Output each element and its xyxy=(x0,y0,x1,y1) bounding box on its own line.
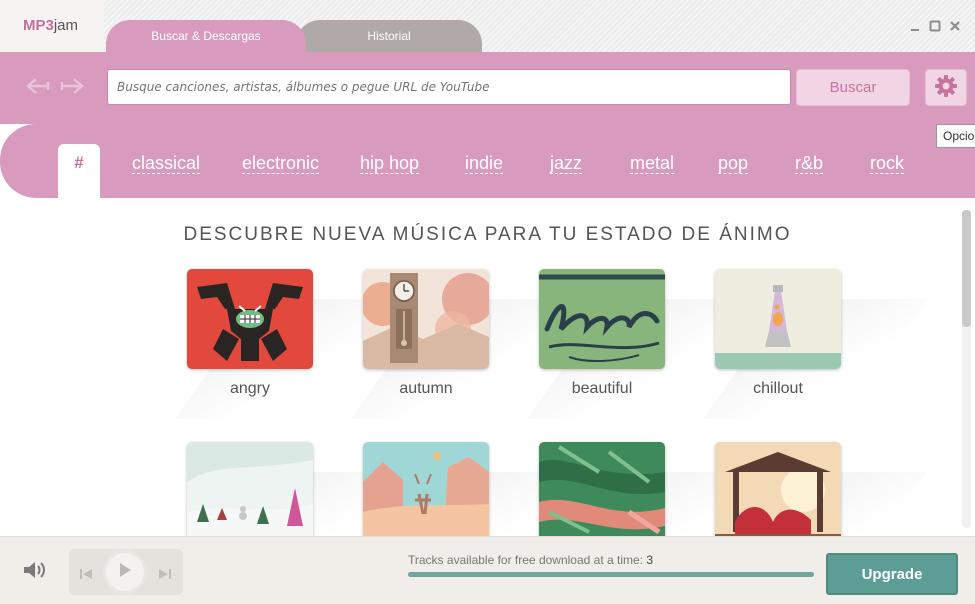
genre-metal[interactable]: metal xyxy=(630,153,675,174)
tab-buscar-descargas[interactable]: Buscar & Descargas xyxy=(106,20,306,52)
volume-icon[interactable] xyxy=(22,559,48,585)
tracks-progress-bar xyxy=(408,572,814,577)
search-button-label: Buscar xyxy=(829,79,877,96)
play-button[interactable] xyxy=(103,550,147,594)
search-button[interactable]: Buscar xyxy=(796,69,910,106)
tracks-label: Tracks available for free download at a … xyxy=(408,553,644,567)
title-bar: MP3jam Historial Buscar & Descargas xyxy=(0,0,975,52)
play-icon xyxy=(118,562,132,582)
settings-tooltip: Opcio xyxy=(936,124,975,148)
search-input[interactable] xyxy=(107,69,791,105)
genre-pop[interactable]: pop xyxy=(718,153,749,174)
mood-label: angry xyxy=(229,380,271,397)
autumn-art-icon xyxy=(363,269,489,369)
genre-rock[interactable]: rock xyxy=(870,153,905,174)
forward-arrow-icon[interactable] xyxy=(60,76,84,101)
tab-historial[interactable]: Historial xyxy=(296,20,482,52)
mood-label: autumn xyxy=(399,380,453,397)
gear-icon xyxy=(934,74,958,102)
genre-bar-wrapper: # classical electronic hip hop indie jaz… xyxy=(0,124,975,200)
mood-label: beautiful xyxy=(571,380,633,397)
tracks-progress-fill xyxy=(408,572,814,577)
content-scrollbar[interactable] xyxy=(962,210,971,528)
maximize-icon[interactable] xyxy=(929,20,941,36)
genre-tab-hash[interactable]: # xyxy=(58,144,100,200)
upgrade-button[interactable]: Upgrade xyxy=(826,553,958,595)
player-footer: Tracks available for free download at a … xyxy=(0,536,975,604)
tracks-available-text: Tracks available for free download at a … xyxy=(408,553,653,567)
mood-content: DESCUBRE NUEVA MÚSICA PARA TU ESTADO DE … xyxy=(0,198,975,536)
winter-art-icon xyxy=(187,442,313,536)
gazebo-art-icon xyxy=(715,442,841,536)
logo-mp3: MP3 xyxy=(23,17,54,34)
lava-lamp-art-icon xyxy=(715,269,841,369)
genre-hip-hop[interactable]: hip hop xyxy=(360,153,420,174)
minimize-icon[interactable] xyxy=(910,21,920,36)
genre-electronic[interactable]: electronic xyxy=(242,153,320,174)
settings-button[interactable] xyxy=(925,69,967,106)
tracks-count: 3 xyxy=(646,553,654,567)
genre-indie[interactable]: indie xyxy=(465,153,504,174)
genre-jazz[interactable]: jazz xyxy=(550,153,583,174)
angry-art-icon xyxy=(187,269,313,369)
next-icon[interactable] xyxy=(158,565,172,584)
player-controls xyxy=(69,549,183,595)
deer-art-icon xyxy=(363,442,489,536)
genre-bar: # classical electronic hip hop indie jaz… xyxy=(0,124,975,200)
upgrade-label: Upgrade xyxy=(861,565,923,583)
genre-rnb[interactable]: r&b xyxy=(795,153,824,174)
beautiful-art-icon xyxy=(539,269,665,369)
close-icon[interactable] xyxy=(949,20,961,36)
logo-jam: jam xyxy=(53,17,79,34)
mood-label: chillout xyxy=(753,380,803,397)
leaves-art-icon xyxy=(539,442,665,536)
scrollbar-thumb[interactable] xyxy=(962,210,971,327)
page-title: DESCUBRE NUEVA MÚSICA PARA TU ESTADO DE … xyxy=(183,224,792,245)
genre-classical[interactable]: classical xyxy=(132,153,201,174)
previous-icon[interactable] xyxy=(79,565,93,584)
app-logo: MP3jam xyxy=(0,0,104,52)
tab-buscar-label: Buscar & Descargas xyxy=(151,29,261,43)
back-arrow-icon[interactable] xyxy=(26,76,50,101)
tab-historial-label: Historial xyxy=(367,29,411,43)
search-bar: Buscar xyxy=(0,52,975,124)
